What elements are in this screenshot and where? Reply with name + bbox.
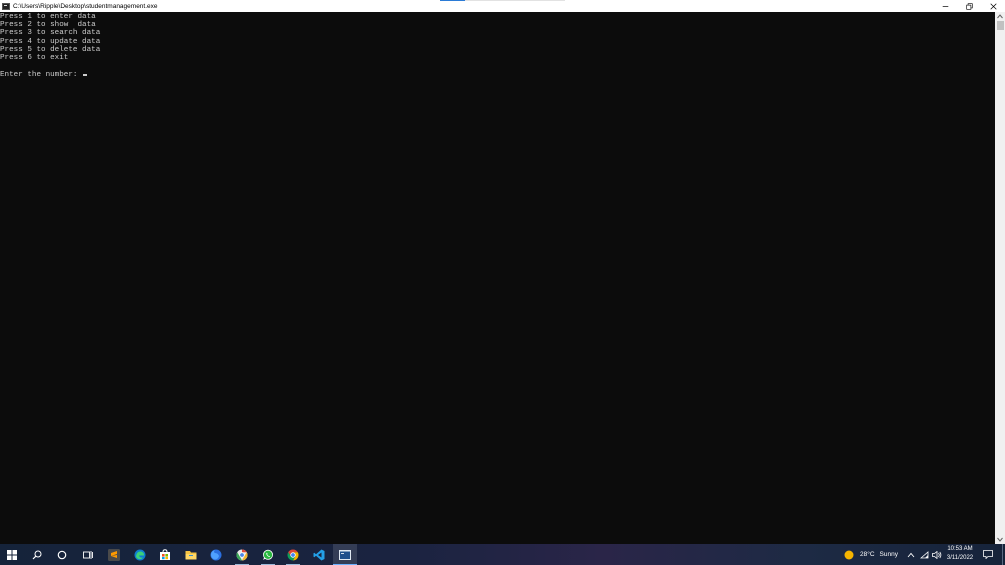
hidden-icons-button[interactable] <box>907 544 915 565</box>
close-icon <box>989 2 997 10</box>
restore-icon <box>965 2 973 10</box>
scroll-thumb[interactable] <box>996 21 1004 30</box>
cortana-icon <box>57 550 67 559</box>
sun-icon <box>844 550 854 559</box>
task-view-button[interactable] <box>76 544 100 565</box>
minimize-icon <box>942 5 948 7</box>
console-line: Press 2 to show data <box>0 20 96 29</box>
network-button[interactable] <box>920 544 929 565</box>
console-prompt: Enter the number: <box>0 70 83 79</box>
taskbar-app-edge[interactable] <box>128 544 152 565</box>
store-icon <box>160 548 170 560</box>
console-line: Press 5 to delete data <box>0 45 101 54</box>
network-icon <box>920 550 929 558</box>
chevron-down-icon <box>997 537 1003 542</box>
console-app-icon <box>339 549 351 560</box>
file-explorer-icon <box>185 550 197 559</box>
chevron-up-icon <box>907 552 915 557</box>
notification-icon <box>983 550 993 559</box>
whatsapp-icon <box>263 549 273 560</box>
close-button[interactable] <box>981 0 1005 12</box>
taskbar-app-console[interactable] <box>333 544 357 565</box>
console-line: Press 3 to search data <box>0 29 101 38</box>
taskbar-app-chrome-canary[interactable] <box>230 544 254 565</box>
taskbar-app-sublime[interactable] <box>102 544 126 565</box>
vscode-icon <box>313 549 325 560</box>
sublime-text-icon <box>108 548 120 561</box>
clock-date: 3/11/2022 <box>946 554 974 561</box>
taskbar-app-firefox[interactable] <box>204 544 228 565</box>
edge-icon <box>134 549 146 560</box>
scroll-down-button[interactable] <box>995 535 1005 544</box>
firefox-icon <box>210 549 222 560</box>
console-output[interactable]: Press 1 to enter data Press 2 to show da… <box>0 12 995 544</box>
cortana-button[interactable] <box>50 544 74 565</box>
start-icon <box>7 549 17 560</box>
chrome-icon <box>287 549 299 560</box>
scroll-up-button[interactable] <box>995 12 1005 21</box>
weather-temp: 28°C <box>860 551 875 558</box>
weather-widget[interactable]: 28°C Sunny <box>844 544 898 565</box>
taskbar: 28°C Sunny 10:53 AM 3/11/2022 <box>0 544 1005 565</box>
vertical-scrollbar[interactable] <box>995 12 1005 544</box>
console-line: Press 6 to exit <box>0 54 69 63</box>
search-icon <box>32 550 42 559</box>
taskbar-app-store[interactable] <box>153 544 177 565</box>
weather-condition: Sunny <box>879 551 898 558</box>
chrome-canary-icon <box>236 549 248 560</box>
taskbar-app-file-explorer[interactable] <box>179 544 203 565</box>
start-button[interactable] <box>0 544 24 565</box>
system-clock[interactable]: 10:53 AM 3/11/2022 <box>940 545 980 562</box>
console-app-icon <box>2 2 10 10</box>
taskbar-app-chrome[interactable] <box>281 544 305 565</box>
text-cursor[interactable] <box>83 74 88 76</box>
console-line: Press 1 to enter data <box>0 12 96 21</box>
taskbar-app-whatsapp[interactable] <box>256 544 280 565</box>
task-view-icon <box>83 550 93 559</box>
notifications-button[interactable] <box>983 544 993 565</box>
title-bar: C:\Users\Ripple\Desktop\studentmanagemen… <box>0 0 1005 12</box>
clock-time: 10:53 AM <box>947 546 973 552</box>
window-controls <box>933 0 1005 12</box>
minimize-button[interactable] <box>933 0 957 12</box>
console-line: Press 4 to update data <box>0 37 101 46</box>
title-progress-indicator <box>440 0 465 1</box>
window-title: C:\Users\Ripple\Desktop\studentmanagemen… <box>13 2 158 10</box>
title-progress-track <box>465 0 565 1</box>
search-button[interactable] <box>25 544 49 565</box>
show-desktop-button[interactable] <box>1002 544 1003 565</box>
taskbar-app-vscode[interactable] <box>307 544 331 565</box>
chevron-up-icon <box>997 14 1003 19</box>
restore-button[interactable] <box>957 0 981 12</box>
